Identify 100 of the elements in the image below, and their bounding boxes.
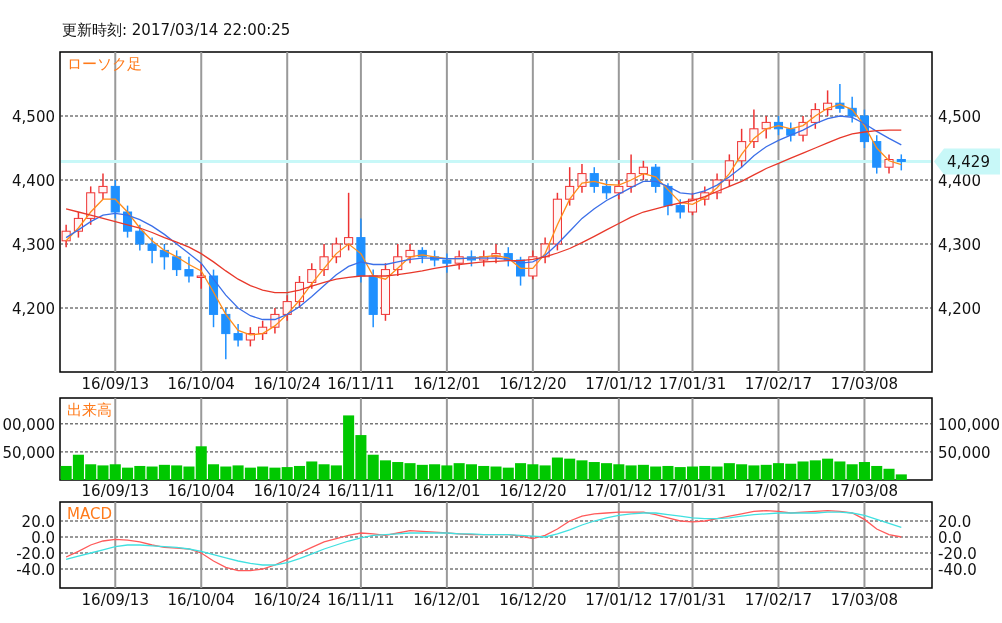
chart-title: 出来高 xyxy=(67,401,112,419)
candlestick xyxy=(773,115,784,136)
candlestick xyxy=(626,153,636,194)
volume-bar xyxy=(674,467,686,480)
candlestick xyxy=(73,211,83,239)
date-label: 17/03/08 xyxy=(830,591,899,609)
axis-label: 100,000 xyxy=(938,415,1001,434)
axis-label: 0.0 xyxy=(938,529,962,547)
candlestick xyxy=(675,198,685,220)
candlestick xyxy=(503,246,513,268)
axis-label: 4,500 xyxy=(938,108,981,126)
date-label: 17/02/17 xyxy=(744,591,813,609)
volume-bar xyxy=(736,464,748,480)
candlestick xyxy=(221,307,231,360)
candlestick xyxy=(724,153,734,188)
axis-label: 50,000 xyxy=(2,443,55,462)
candlestick xyxy=(331,236,341,264)
date-label: 17/02/17 xyxy=(744,482,813,498)
date-label: 16/12/01 xyxy=(413,482,481,498)
date-label: 16/11/11 xyxy=(327,482,395,498)
candlestick xyxy=(196,262,206,290)
date-label: 17/02/17 xyxy=(744,375,813,393)
axis-label: 4,400 xyxy=(12,172,55,190)
volume-bar xyxy=(515,463,527,480)
axis-label: -20.0 xyxy=(16,545,55,563)
candlestick xyxy=(147,236,157,264)
candlestick xyxy=(516,256,526,287)
chart-title: MACD xyxy=(67,505,112,523)
volume-bar xyxy=(564,458,576,480)
volume-bar xyxy=(146,466,158,480)
candlestick xyxy=(552,192,562,252)
volume-bar xyxy=(711,466,723,480)
candlestick xyxy=(405,243,415,264)
volume-bar xyxy=(306,461,318,480)
candlestick xyxy=(393,243,403,277)
volume-bar xyxy=(318,464,330,480)
volume-bar xyxy=(404,463,416,480)
candlestick xyxy=(528,249,538,280)
candlestick xyxy=(307,262,317,290)
candlestick xyxy=(319,243,329,277)
date-label: 17/01/31 xyxy=(658,482,727,498)
axis-label: 00,000 xyxy=(2,415,55,434)
volume-bar xyxy=(232,465,244,480)
candlestick xyxy=(810,102,820,130)
volume-bar xyxy=(392,462,404,480)
axis-label: -20.0 xyxy=(938,545,977,563)
volume-bar xyxy=(134,465,146,480)
volume-bar xyxy=(662,465,674,480)
candlestick xyxy=(737,128,747,168)
volume-bar xyxy=(269,467,281,480)
candlestick xyxy=(540,236,550,264)
candlestick xyxy=(847,96,857,124)
candlestick xyxy=(872,134,882,175)
candlestick xyxy=(356,217,366,284)
volume-bar xyxy=(601,463,613,480)
candlestick xyxy=(749,108,759,149)
date-label: 17/03/08 xyxy=(830,482,899,498)
candlestick xyxy=(294,275,305,309)
candlestick xyxy=(123,204,133,239)
candlestick xyxy=(110,179,120,220)
volume-bar xyxy=(797,461,809,480)
volume-bar xyxy=(490,466,502,480)
candlestick xyxy=(417,246,427,264)
update-timestamp: 更新時刻: 2017/03/14 22:00:25 xyxy=(61,20,292,41)
date-label: 16/10/24 xyxy=(253,591,321,609)
volume-bar xyxy=(453,463,465,480)
chart-title: ローソク足 xyxy=(67,55,142,73)
volume-bar xyxy=(846,464,858,480)
candlestick xyxy=(442,252,452,274)
axis-label: -40.0 xyxy=(16,561,55,579)
candlestick xyxy=(98,172,108,200)
volume-bar xyxy=(785,463,797,480)
date-label: 16/11/11 xyxy=(327,375,395,393)
date-label: 16/09/13 xyxy=(81,375,149,393)
candlestick xyxy=(208,268,219,328)
volume-bar xyxy=(109,464,121,480)
axis-label: 4,500 xyxy=(12,108,55,126)
candlestick xyxy=(430,249,440,268)
candlestick xyxy=(184,256,194,284)
candlestick xyxy=(466,249,476,268)
volume-bar xyxy=(809,460,821,480)
date-label: 17/01/12 xyxy=(585,591,653,609)
volume-bar xyxy=(871,465,883,480)
volume-bar xyxy=(281,467,293,480)
candlestick xyxy=(712,172,722,200)
axis-label: 0.0 xyxy=(31,529,55,547)
candlestick xyxy=(638,160,648,181)
candlestick xyxy=(245,326,255,348)
candlestick xyxy=(380,262,390,322)
volume-bar xyxy=(858,462,870,480)
candlestick xyxy=(589,166,599,194)
candlestick xyxy=(786,121,796,143)
volume-bar xyxy=(637,464,649,480)
volume-bar xyxy=(379,460,391,480)
axis-label: -40.0 xyxy=(938,561,977,579)
volume-bar xyxy=(465,464,477,480)
date-label: 16/10/24 xyxy=(253,375,321,393)
volume-bar xyxy=(171,465,183,480)
axis-label: 20.0 xyxy=(938,513,972,531)
date-label: 16/12/20 xyxy=(499,482,567,498)
